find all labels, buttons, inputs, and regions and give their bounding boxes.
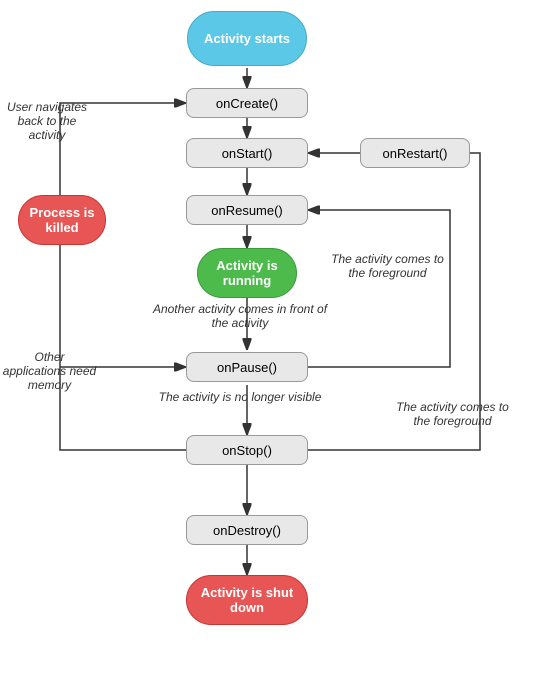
onrestart-label: onRestart() (382, 146, 447, 161)
ondestroy-node: onDestroy() (186, 515, 308, 545)
activity-shutdown-label: Activity is shut down (187, 585, 307, 615)
onstart-label: onStart() (222, 146, 273, 161)
oncreate-label: onCreate() (216, 96, 278, 111)
user-navigates-back-label: User navigates back to the activity (2, 100, 92, 142)
activity-shutdown-node: Activity is shut down (186, 575, 308, 625)
activity-starts-node: Activity starts (187, 11, 307, 66)
no-longer-visible-label: The activity is no longer visible (120, 390, 360, 404)
onpause-node: onPause() (186, 352, 308, 382)
other-apps-memory-label: Other applications need memory (2, 350, 97, 392)
another-activity-label: Another activity comes in front of the a… (150, 302, 330, 330)
activity-starts-label: Activity starts (204, 31, 290, 46)
process-killed-label: Process is killed (19, 205, 105, 235)
oncreate-node: onCreate() (186, 88, 308, 118)
ondestroy-label: onDestroy() (213, 523, 281, 538)
onstop-label: onStop() (222, 443, 272, 458)
onrestart-node: onRestart() (360, 138, 470, 168)
onstop-node: onStop() (186, 435, 308, 465)
onresume-label: onResume() (211, 203, 283, 218)
process-killed-node: Process is killed (18, 195, 106, 245)
activity-running-node: Activity is running (197, 248, 297, 298)
activity-running-label: Activity is running (198, 258, 296, 288)
onpause-label: onPause() (217, 360, 277, 375)
activity-foreground-1-label: The activity comes to the foreground (330, 252, 445, 280)
lifecycle-diagram: Activity starts onCreate() onStart() onR… (0, 0, 558, 674)
onstart-node: onStart() (186, 138, 308, 168)
onresume-node: onResume() (186, 195, 308, 225)
activity-foreground-2-label: The activity comes to the foreground (395, 400, 510, 428)
